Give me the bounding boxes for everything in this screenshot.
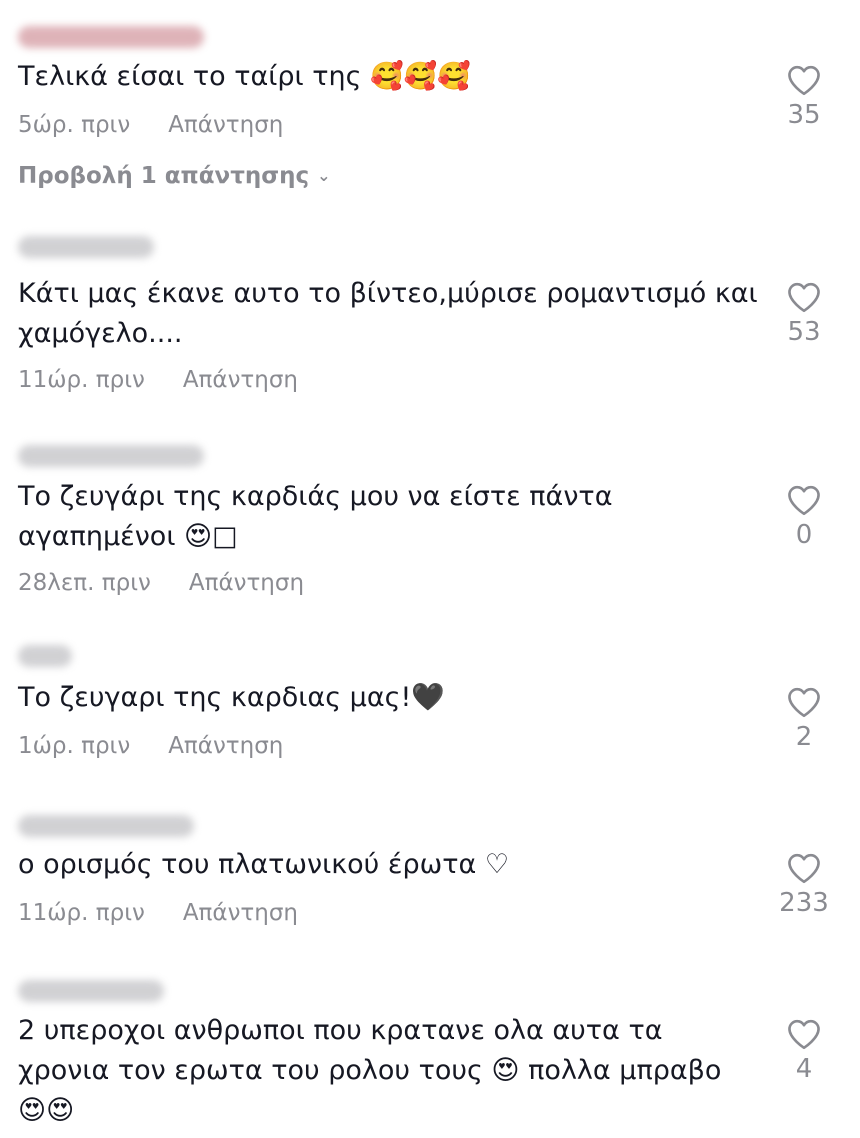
like-button[interactable]: 53	[770, 281, 838, 347]
comment-meta: 11ώρ. πριν Απάντηση	[18, 367, 298, 393]
comment-time: 1ώρ. πριν	[18, 733, 131, 759]
username-blurred[interactable]	[18, 236, 154, 258]
like-count: 35	[787, 100, 821, 130]
like-count: 4	[795, 1054, 813, 1084]
comment-meta: 28λεπ. πριν Απάντηση	[18, 570, 304, 596]
comment-time: 28λεπ. πριν	[18, 570, 151, 596]
comment-time: 5ώρ. πριν	[18, 112, 131, 138]
like-count: 53	[787, 317, 821, 347]
username-blurred[interactable]	[18, 815, 194, 837]
like-count: 0	[795, 520, 813, 550]
heart-outline-icon	[788, 687, 820, 718]
username-blurred[interactable]	[18, 980, 164, 1002]
heart-outline-icon	[788, 65, 820, 96]
view-replies-label: Προβολή 1 απάντησης	[18, 163, 310, 189]
reply-button[interactable]: Απάντηση	[183, 900, 298, 926]
comment-time: 11ώρ. πριν	[18, 900, 145, 926]
like-button[interactable]: 0	[770, 484, 838, 550]
reply-button[interactable]: Απάντηση	[183, 367, 298, 393]
heart-outline-icon	[788, 282, 820, 313]
reply-button[interactable]: Απάντηση	[168, 112, 283, 138]
reply-button[interactable]: Απάντηση	[189, 570, 304, 596]
username-blurred[interactable]	[18, 26, 204, 48]
heart-outline-icon	[788, 485, 820, 516]
username-blurred[interactable]	[18, 645, 72, 667]
reply-button[interactable]: Απάντηση	[168, 733, 283, 759]
comment-meta: 11ώρ. πριν Απάντηση	[18, 900, 298, 926]
heart-outline-icon	[788, 853, 820, 884]
chevron-down-icon: ⌄	[317, 166, 331, 185]
username-blurred[interactable]	[18, 445, 204, 467]
comment-meta: 5ώρ. πριν Απάντηση	[18, 112, 283, 138]
like-count: 2	[795, 722, 813, 752]
comment-text: Το ζευγάρι της καρδιάς μου να είστε πάντ…	[18, 481, 622, 552]
comment-meta: 1ώρ. πριν Απάντηση	[18, 733, 283, 759]
like-button[interactable]: 35	[770, 64, 838, 130]
heart-outline-icon	[788, 1019, 820, 1050]
comment-text: Το ζευγαρι της καρδιας μας!🖤	[18, 682, 445, 713]
like-button[interactable]: 2	[770, 686, 838, 752]
comment-text: 2 υπεροχοι ανθρωποι που κρατανε ολα αυτα…	[18, 1015, 730, 1126]
comment-text: ο ορισμός του πλατωνικού έρωτα ♡	[18, 849, 510, 880]
comment-text: Τελικά είσαι το ταίρι της 🥰🥰🥰	[18, 61, 471, 92]
like-button[interactable]: 4	[770, 1018, 838, 1084]
like-button[interactable]: 233	[770, 852, 838, 918]
comment-text: Κάτι μας έκανε αυτο το βίντεο,μύρισε ρομ…	[18, 278, 767, 349]
view-replies-button[interactable]: Προβολή 1 απάντησης ⌄	[18, 163, 331, 189]
comment-time: 11ώρ. πριν	[18, 367, 145, 393]
like-count: 233	[779, 888, 829, 918]
